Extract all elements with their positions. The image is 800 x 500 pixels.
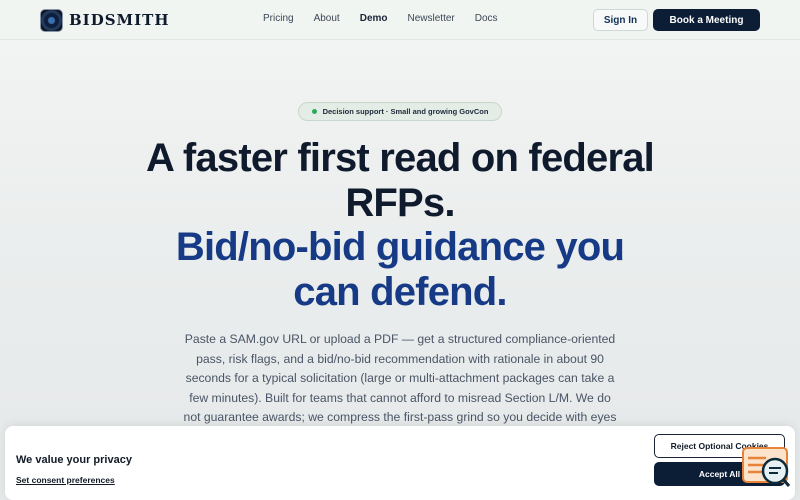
hero-badge: Decision support · Small and growing Gov… — [298, 102, 502, 121]
chat-support-icon[interactable] — [742, 447, 792, 489]
hero-description: Paste a SAM.gov URL or upload a PDF — ge… — [183, 332, 617, 425]
nav-docs[interactable]: Docs — [475, 13, 498, 24]
nav-pricing[interactable]: Pricing — [263, 13, 294, 24]
nav-newsletter[interactable]: Newsletter — [408, 13, 455, 24]
status-dot-icon — [311, 109, 317, 114]
main-nav: Pricing About Demo Newsletter Docs — [263, 13, 498, 24]
headline-line-4: can defend. — [293, 269, 507, 314]
cookie-title: We value your privacy — [16, 454, 132, 466]
book-meeting-button[interactable]: Book a Meeting — [653, 9, 760, 31]
headline-line-1: A faster first read on federal — [145, 136, 655, 180]
site-header: BIDSMITH Pricing About Demo Newsletter D… — [0, 0, 800, 40]
nav-demo[interactable]: Demo — [360, 13, 388, 24]
hero-headline: A faster first read on federal RFPs. Bid… — [100, 136, 700, 314]
headline-line-2: RFPs. — [345, 180, 455, 225]
headline-line-3: Bid/no-bid guidance you — [175, 225, 625, 269]
cookie-consent-banner: We value your privacy Set consent prefer… — [5, 426, 795, 500]
bidsmith-logo-icon — [40, 8, 63, 32]
hero-badge-text: Decision support · Small and growing Gov… — [322, 107, 489, 116]
consent-preferences-link[interactable]: Set consent preferences — [16, 475, 115, 485]
sign-in-button[interactable]: Sign In — [593, 9, 648, 31]
nav-about[interactable]: About — [314, 13, 340, 24]
brand-name: BIDSMITH — [69, 11, 170, 29]
brand[interactable]: BIDSMITH — [40, 8, 170, 32]
